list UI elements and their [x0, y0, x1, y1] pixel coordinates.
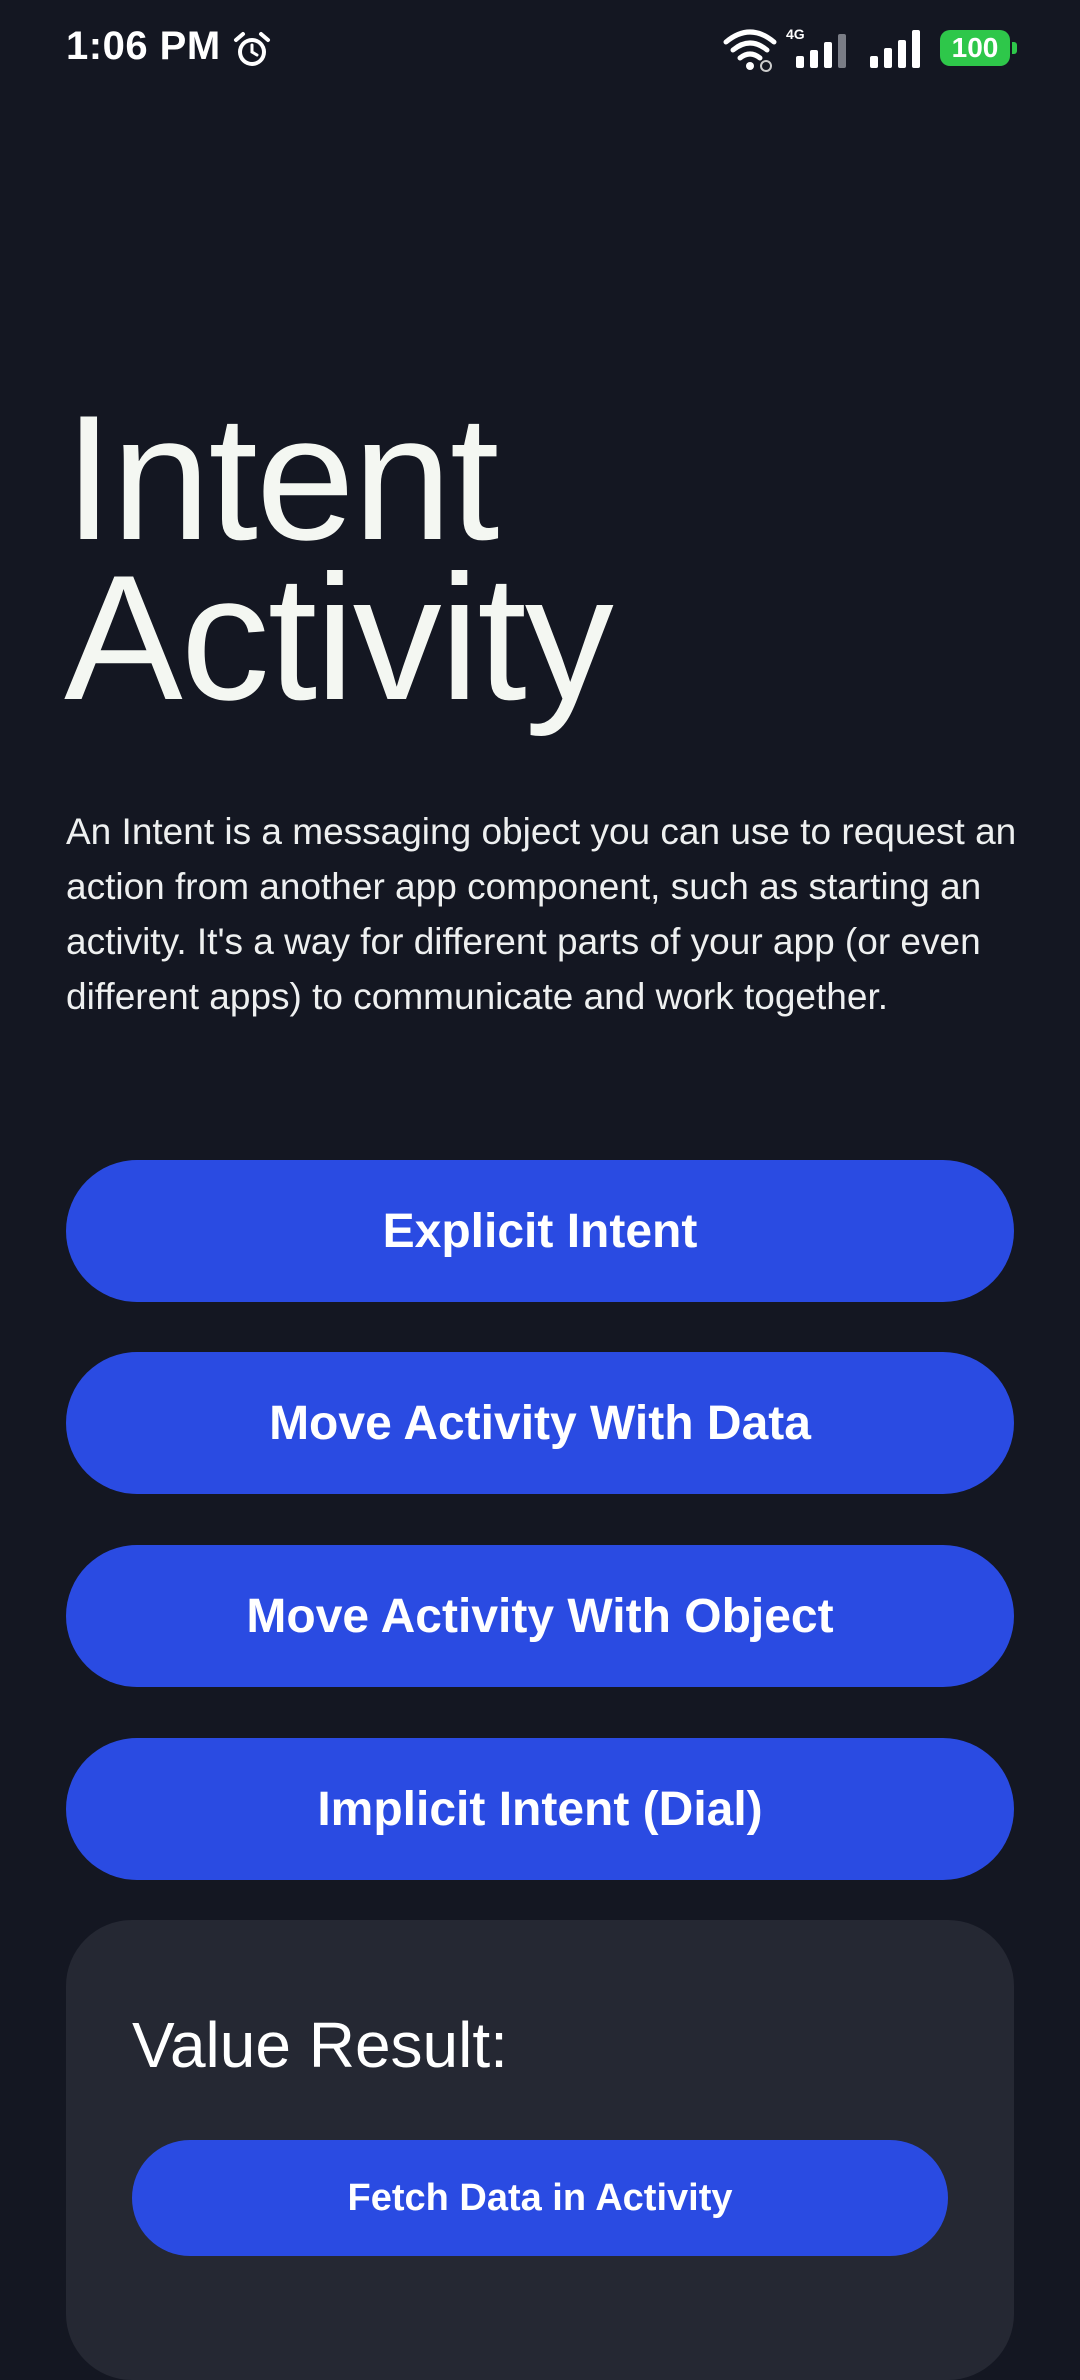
page-title-line-2: Activity: [64, 538, 614, 737]
status-bar: 1:06 PM 4G 100: [0, 0, 1080, 100]
battery-level: 100: [951, 32, 999, 63]
move-activity-with-data-button[interactable]: Move Activity With Data: [66, 1352, 1014, 1494]
value-result-label: Value Result:: [132, 2009, 508, 2081]
explicit-intent-button[interactable]: Explicit Intent: [66, 1160, 1014, 1302]
implicit-intent-dial-button[interactable]: Implicit Intent (Dial): [66, 1738, 1014, 1880]
battery-indicator: 100: [940, 30, 1010, 66]
move-activity-with-object-button[interactable]: Move Activity With Object: [66, 1545, 1014, 1687]
alarm-clock-icon: [234, 32, 270, 66]
cell-signal-icon-2: [870, 30, 920, 68]
value-result-card: Value Result: Fetch Data in Activity: [66, 1920, 1014, 2380]
cell-signal-icon: [796, 34, 846, 68]
battery-tip: [1012, 42, 1017, 54]
page-title: Intent Activity: [64, 389, 1014, 727]
wifi-icon: [723, 29, 777, 72]
intent-description: An Intent is a messaging object you can …: [66, 811, 1017, 1017]
fetch-data-button[interactable]: Fetch Data in Activity: [132, 2140, 948, 2256]
status-time: 1:06 PM: [66, 24, 221, 68]
